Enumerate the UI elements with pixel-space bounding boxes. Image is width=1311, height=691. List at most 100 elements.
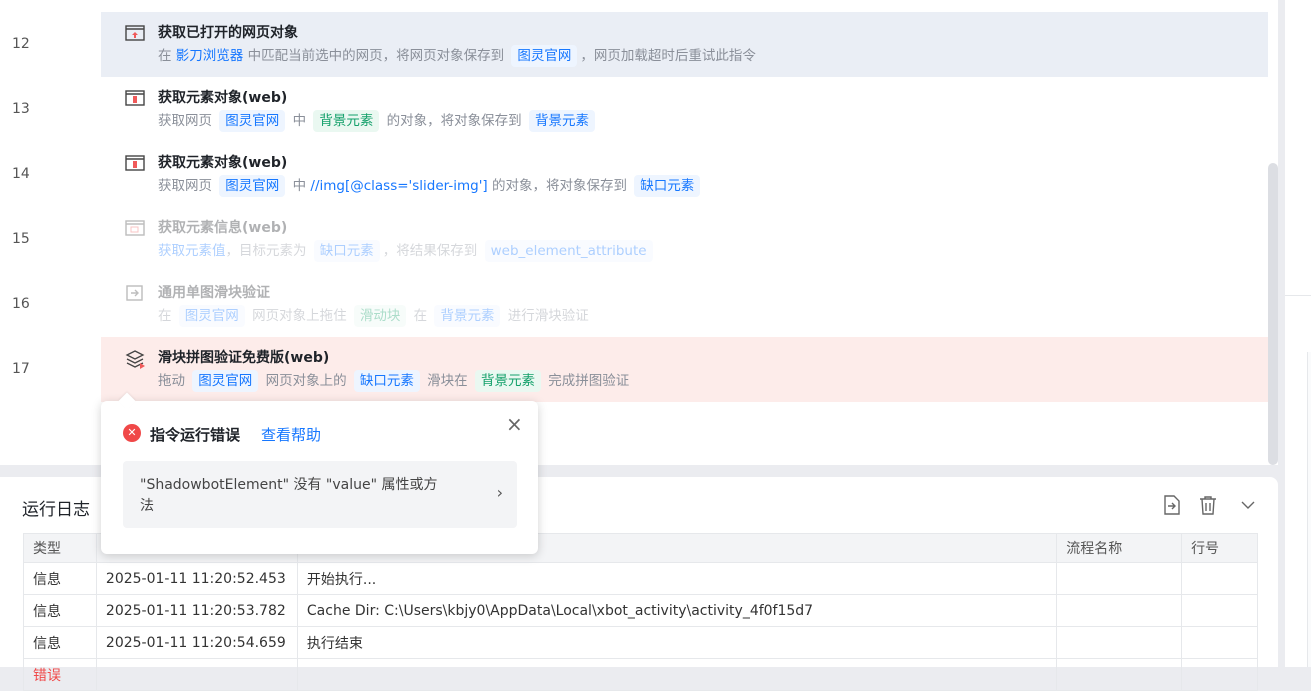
step-desc: 获取元素值，目标元素为 缺口元素 ，将结果保存到 web_element_attr… <box>158 240 656 262</box>
step-desc-part[interactable]: 背景元素 <box>474 370 541 392</box>
browser-icon <box>125 25 145 41</box>
step-desc: 在 图灵官网 网页对象上拖住 滑动块 在 背景元素 进行滑块验证 <box>158 305 589 327</box>
close-icon[interactable]: × <box>506 412 523 436</box>
step-desc-part[interactable]: 背景元素 <box>313 110 380 132</box>
step-desc-part: 在 <box>409 308 432 324</box>
flow-editor: 12 获取已打开的网页对象在 影刀浏览器 中匹配当前选中的网页，将网页对象保存到 … <box>0 0 1278 465</box>
step-desc-part[interactable]: 背景元素 <box>528 110 595 132</box>
log-cell-line <box>1181 594 1258 627</box>
column-header: 行号 <box>1181 533 1258 563</box>
export-icon[interactable] <box>1162 495 1182 515</box>
log-cell-line <box>1181 658 1258 691</box>
step-title: 获取元素信息(web) <box>158 220 288 236</box>
log-cell-line <box>1181 626 1258 659</box>
scrollbar[interactable] <box>1268 163 1278 465</box>
column-header: 流程名称 <box>1056 533 1183 563</box>
step-desc-part[interactable]: 图灵官网 <box>192 370 259 392</box>
error-message-button[interactable]: "ShadowbotElement" 没有 "value" 属性或方法 › <box>123 461 517 528</box>
step-title: 滑块拼图验证免费版(web) <box>158 350 330 366</box>
flow-step[interactable]: 16 通用单图滑块验证在 图灵官网 网页对象上拖住 滑动块 在 背景元素 进行滑块… <box>0 272 1268 337</box>
step-desc-part[interactable]: 缺口元素 <box>353 370 420 392</box>
flow-step[interactable]: 14 获取元素对象(web) 获取网页 图灵官网 中 //img[@class='s… <box>0 142 1268 207</box>
log-cell-time <box>95 658 298 691</box>
log-cell-type: 信息 <box>23 562 97 595</box>
step-desc-part[interactable]: 滑动块 <box>353 305 407 327</box>
log-cell-type: 信息 <box>23 594 97 627</box>
step-desc: 在 影刀浏览器 中匹配当前选中的网页，将网页对象保存到 图灵官网 ，网页加载超时后… <box>158 45 756 67</box>
log-row[interactable]: 错误 <box>23 658 1258 691</box>
step-desc-part: 在 <box>158 308 176 324</box>
step-desc-part[interactable]: 图灵官网 <box>178 305 245 327</box>
log-cell-time: 2025-01-11 11:20:54.659 <box>95 626 298 659</box>
log-row[interactable]: 信息 2025-01-11 11:20:52.453 开始执行... <box>23 562 1258 595</box>
log-cell-msg: 执行结束 <box>296 626 1058 659</box>
chevron-down-icon[interactable] <box>1238 495 1258 515</box>
right-panel <box>1285 0 1311 667</box>
step-desc-part[interactable]: web_element_attribute <box>484 240 653 262</box>
step-desc-part: 在 <box>158 48 176 64</box>
step-desc-part: 中 <box>288 178 311 194</box>
step-desc-part[interactable]: 图灵官网 <box>219 110 286 132</box>
log-cell-msg <box>296 658 1058 691</box>
flow-step[interactable]: 15 获取元素信息(web) 获取元素值，目标元素为 缺口元素 ，将结果保存到 web… <box>0 207 1268 272</box>
step-title: 获取元素对象(web) <box>158 155 288 171</box>
help-link[interactable]: 查看帮助 <box>261 424 321 445</box>
step-desc-part[interactable]: 缺口元素 <box>634 175 701 197</box>
log-row[interactable]: 信息 2025-01-11 11:20:54.659 执行结束 <box>23 626 1258 659</box>
step-desc-part[interactable]: 获取元素值 <box>158 243 226 259</box>
step-desc-part: ，将结果保存到 <box>382 243 482 259</box>
log-cell-type: 错误 <box>23 658 97 691</box>
chevron-right-icon: › <box>496 483 503 502</box>
step-desc-part[interactable]: 图灵官网 <box>219 175 286 197</box>
log-cell-line <box>1181 562 1258 595</box>
log-row[interactable]: 信息 2025-01-11 11:20:53.782 Cache Dir: C:\U… <box>23 594 1258 627</box>
step-desc: 获取网页 图灵官网 中 //img[@class='slider-img'] 的… <box>158 175 703 197</box>
step-desc-part[interactable]: 影刀浏览器 <box>176 48 244 64</box>
log-cell-time: 2025-01-11 11:20:53.782 <box>95 594 298 627</box>
step-desc: 获取网页 图灵官网 中 背景元素 的对象，将对象保存到 背景元素 <box>158 110 598 132</box>
flow-step[interactable]: 12 获取已打开的网页对象在 影刀浏览器 中匹配当前选中的网页，将网页对象保存到 … <box>0 12 1268 77</box>
log-table: 类型 流程名称 行号 信息 2025-01-11 11:20:52.453 开始执行..… <box>23 533 1258 691</box>
web-element-icon <box>125 90 145 106</box>
step-desc-part: 中匹配当前选中的网页，将网页对象保存到 <box>243 48 509 64</box>
log-cell-msg: 开始执行... <box>296 562 1058 595</box>
column-header: 类型 <box>23 533 97 563</box>
step-title: 获取已打开的网页对象 <box>158 25 298 41</box>
web-element-icon <box>125 155 145 171</box>
error-message: "ShadowbotElement" 没有 "value" 属性或方法 <box>140 477 438 514</box>
step-desc-part: 的对象，将对象保存到 <box>382 113 526 129</box>
log-cell-type: 信息 <box>23 626 97 659</box>
log-cell-time: 2025-01-11 11:20:52.453 <box>95 562 298 595</box>
error-popup: ✕ 指令运行错误 查看帮助 × "ShadowbotElement" 没有 "v… <box>101 392 538 554</box>
log-cell-flow <box>1056 594 1183 627</box>
step-desc-part[interactable]: 图灵官网 <box>511 45 578 67</box>
step-title: 通用单图滑块验证 <box>158 285 270 301</box>
log-cell-flow <box>1056 626 1183 659</box>
step-title: 获取元素对象(web) <box>158 90 288 106</box>
step-desc-part: 的对象，将对象保存到 <box>487 178 632 194</box>
element-info-icon <box>125 220 145 236</box>
step-desc-part: 获取网页 <box>158 178 217 194</box>
flow-step[interactable]: 13 获取元素对象(web) 获取网页 图灵官网 中 背景元素 的对象，将对象保存到… <box>0 77 1268 142</box>
line-number: 15 <box>0 207 100 272</box>
step-desc-part: 获取网页 <box>158 113 217 129</box>
log-cell-flow <box>1056 562 1183 595</box>
log-title: 运行日志 <box>22 500 90 520</box>
line-number: 17 <box>0 337 100 402</box>
step-desc-part: 滑块在 <box>422 373 472 389</box>
step-desc-part[interactable]: 缺口元素 <box>313 240 380 262</box>
flow-step[interactable]: 17 滑块拼图验证免费版(web) 拖动 图灵官网 网页对象上的 缺口元素 滑块在 … <box>0 337 1268 402</box>
step-desc-part: ，网页加载超时后重试此指令 <box>580 48 756 64</box>
step-desc-part[interactable]: //img[@class='slider-img'] <box>310 178 487 194</box>
step-desc-part: 中 <box>288 113 311 129</box>
step-desc: 拖动 图灵官网 网页对象上的 缺口元素 滑块在 背景元素 完成拼图验证 <box>158 370 629 392</box>
slider-icon <box>125 285 145 301</box>
trash-icon[interactable] <box>1198 495 1218 515</box>
line-number: 14 <box>0 142 100 207</box>
line-number: 13 <box>0 77 100 142</box>
step-desc-part[interactable]: 背景元素 <box>434 305 501 327</box>
step-desc-part: 网页对象上拖住 <box>247 308 351 324</box>
step-desc-part: 拖动 <box>158 373 190 389</box>
error-icon: ✕ <box>123 424 141 442</box>
log-cell-msg: Cache Dir: C:\Users\kbjy0\AppData\Local\… <box>296 594 1058 627</box>
